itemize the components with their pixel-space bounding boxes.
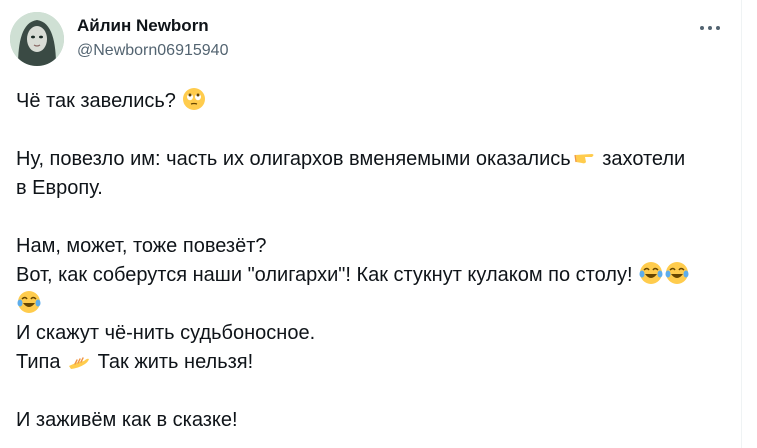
face-with-tears-of-joy-emoji bbox=[17, 290, 41, 314]
more-options-button[interactable] bbox=[696, 18, 724, 38]
author-handle[interactable]: @Newborn06915940 bbox=[77, 40, 228, 62]
more-horizontal-icon bbox=[700, 26, 704, 30]
face-with-tears-of-joy-emoji bbox=[665, 261, 689, 285]
face-with-tears-of-joy-emoji bbox=[639, 261, 663, 285]
tweet-line: Нам, может, тоже повезёт? bbox=[16, 235, 267, 257]
tweet-line: И заживём как в сказке! bbox=[16, 409, 238, 431]
tweet-line: Типа Так жить нельзя! bbox=[16, 348, 726, 377]
tweet-line bbox=[16, 290, 726, 319]
avatar-image bbox=[10, 12, 64, 66]
tweet-line: Ну, повезло им: часть их олигархов вменя… bbox=[16, 145, 726, 174]
tweet-line: в Европу. bbox=[16, 177, 103, 199]
face-with-rolling-eyes-emoji bbox=[182, 87, 206, 111]
avatar[interactable] bbox=[10, 12, 64, 66]
tweet-line: Чё так завелись? bbox=[16, 87, 726, 116]
tweet-line: И скажут чё-нить судьбоносное. bbox=[16, 322, 316, 344]
tweet: Айлин Newborn @Newborn06915940 Чё так за… bbox=[0, 0, 741, 448]
column-divider bbox=[741, 0, 742, 448]
tweet-line: Вот, как соберутся наши "олигархи"! Как … bbox=[16, 261, 726, 290]
palm-up-hand-emoji bbox=[67, 348, 91, 372]
backhand-index-pointing-right-emoji bbox=[572, 145, 596, 169]
author-display-name[interactable]: Айлин Newborn bbox=[77, 15, 228, 37]
author-block: Айлин Newborn @Newborn06915940 bbox=[77, 15, 228, 62]
tweet-text: Чё так завелись? Ну, повезло им: часть и… bbox=[16, 87, 726, 435]
